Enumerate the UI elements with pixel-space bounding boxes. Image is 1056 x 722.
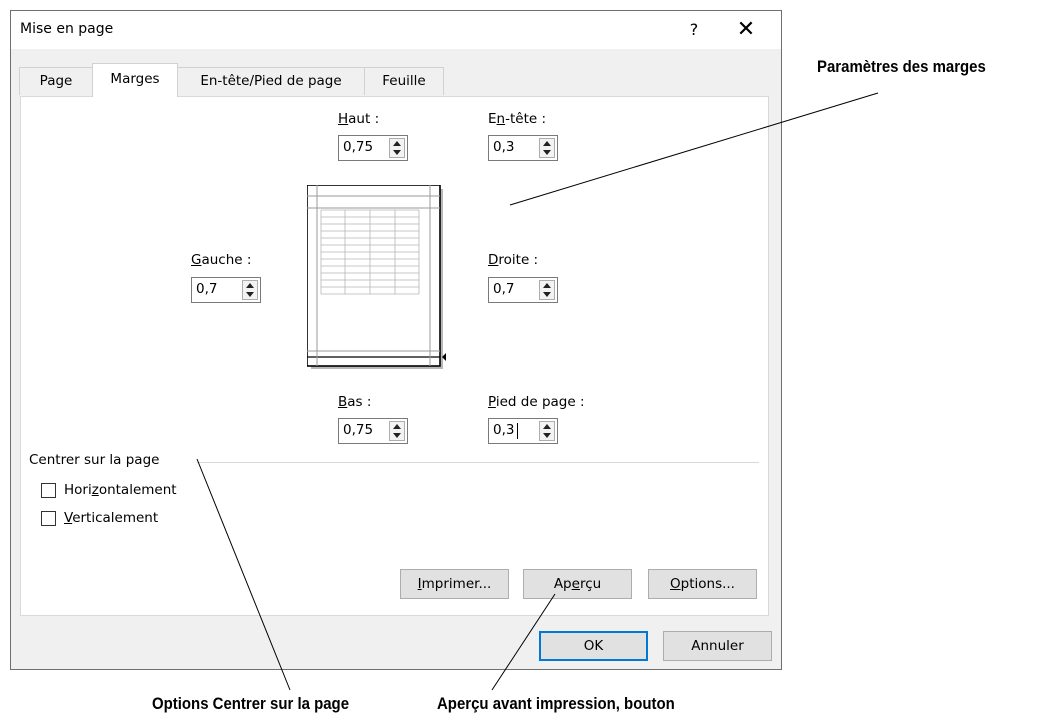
caption-margin-settings: Paramètres des marges <box>817 57 986 76</box>
caption-center-options: Options Centrer sur la page <box>152 694 350 713</box>
tab-margins[interactable]: Marges <box>92 63 178 97</box>
callout-leader-lines <box>196 92 879 691</box>
caption-preview-button: Aperçu avant impression, bouton <box>437 694 675 713</box>
